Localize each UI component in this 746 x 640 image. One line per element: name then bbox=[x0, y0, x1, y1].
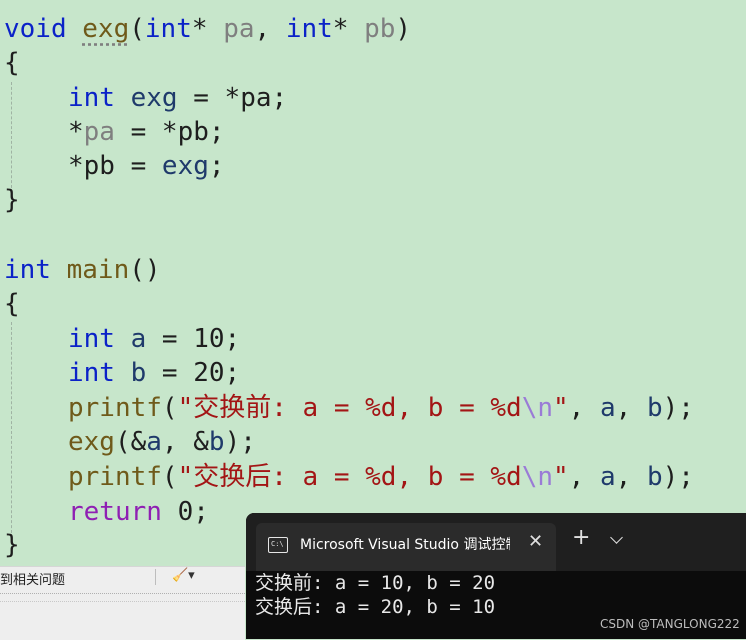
cleanup-brush-icon[interactable]: 🧹▾ bbox=[172, 568, 195, 583]
code-line-8: int main() bbox=[4, 255, 161, 285]
code-line-5: *pb = exg; bbox=[68, 151, 225, 181]
code-line-16: } bbox=[4, 530, 20, 560]
panel-divider bbox=[0, 601, 245, 603]
console-tab[interactable]: C:\ Microsoft Visual Studio 调试控制台 ✕ bbox=[256, 523, 556, 571]
console-tab-bar: C:\ Microsoft Visual Studio 调试控制台 ✕ + bbox=[246, 513, 746, 571]
console-output-line: 交换后: a = 20, b = 10 bbox=[255, 596, 496, 618]
toolbar-separator bbox=[155, 569, 156, 585]
code-line-12: printf("交换前: a = %d, b = %d\n", a, b); bbox=[68, 393, 694, 423]
code-line-2: { bbox=[4, 48, 20, 78]
code-line-6: } bbox=[4, 185, 20, 215]
code-line-3: int exg = *pa; bbox=[68, 83, 288, 113]
code-line-11: int b = 20; bbox=[68, 358, 241, 388]
indent-guide bbox=[11, 322, 12, 538]
code-line-10: int a = 10; bbox=[68, 324, 241, 354]
indent-guide bbox=[11, 82, 12, 188]
code-line-4: *pa = *pb; bbox=[68, 117, 225, 147]
code-line-9: { bbox=[4, 289, 20, 319]
terminal-icon: C:\ bbox=[268, 537, 288, 553]
console-output-line: 交换前: a = 10, b = 20 bbox=[255, 572, 496, 594]
code-line-15: return 0; bbox=[68, 497, 209, 527]
new-tab-button[interactable]: + bbox=[572, 527, 590, 549]
find-related-issues-link[interactable]: 到相关问题 bbox=[0, 569, 65, 588]
console-tab-title: Microsoft Visual Studio 调试控制台 bbox=[300, 537, 510, 553]
code-line-14: printf("交换后: a = %d, b = %d\n", a, b); bbox=[68, 462, 694, 492]
watermark: CSDN @TANGLONG222 bbox=[600, 617, 740, 631]
chevron-down-icon[interactable] bbox=[610, 531, 623, 544]
code-editor[interactable]: void exg(int* pa, int* pb) { int exg = *… bbox=[0, 0, 746, 566]
debug-console-window[interactable]: C:\ Microsoft Visual Studio 调试控制台 ✕ + 交换… bbox=[246, 513, 746, 639]
panel-divider bbox=[0, 593, 245, 595]
close-icon[interactable]: ✕ bbox=[528, 531, 543, 552]
code-line-13: exg(&a, &b); bbox=[68, 427, 256, 457]
error-list-toolbar: 到相关问题 🧹▾ bbox=[0, 566, 245, 640]
code-line-1: void exg(int* pa, int* pb) bbox=[4, 14, 412, 44]
